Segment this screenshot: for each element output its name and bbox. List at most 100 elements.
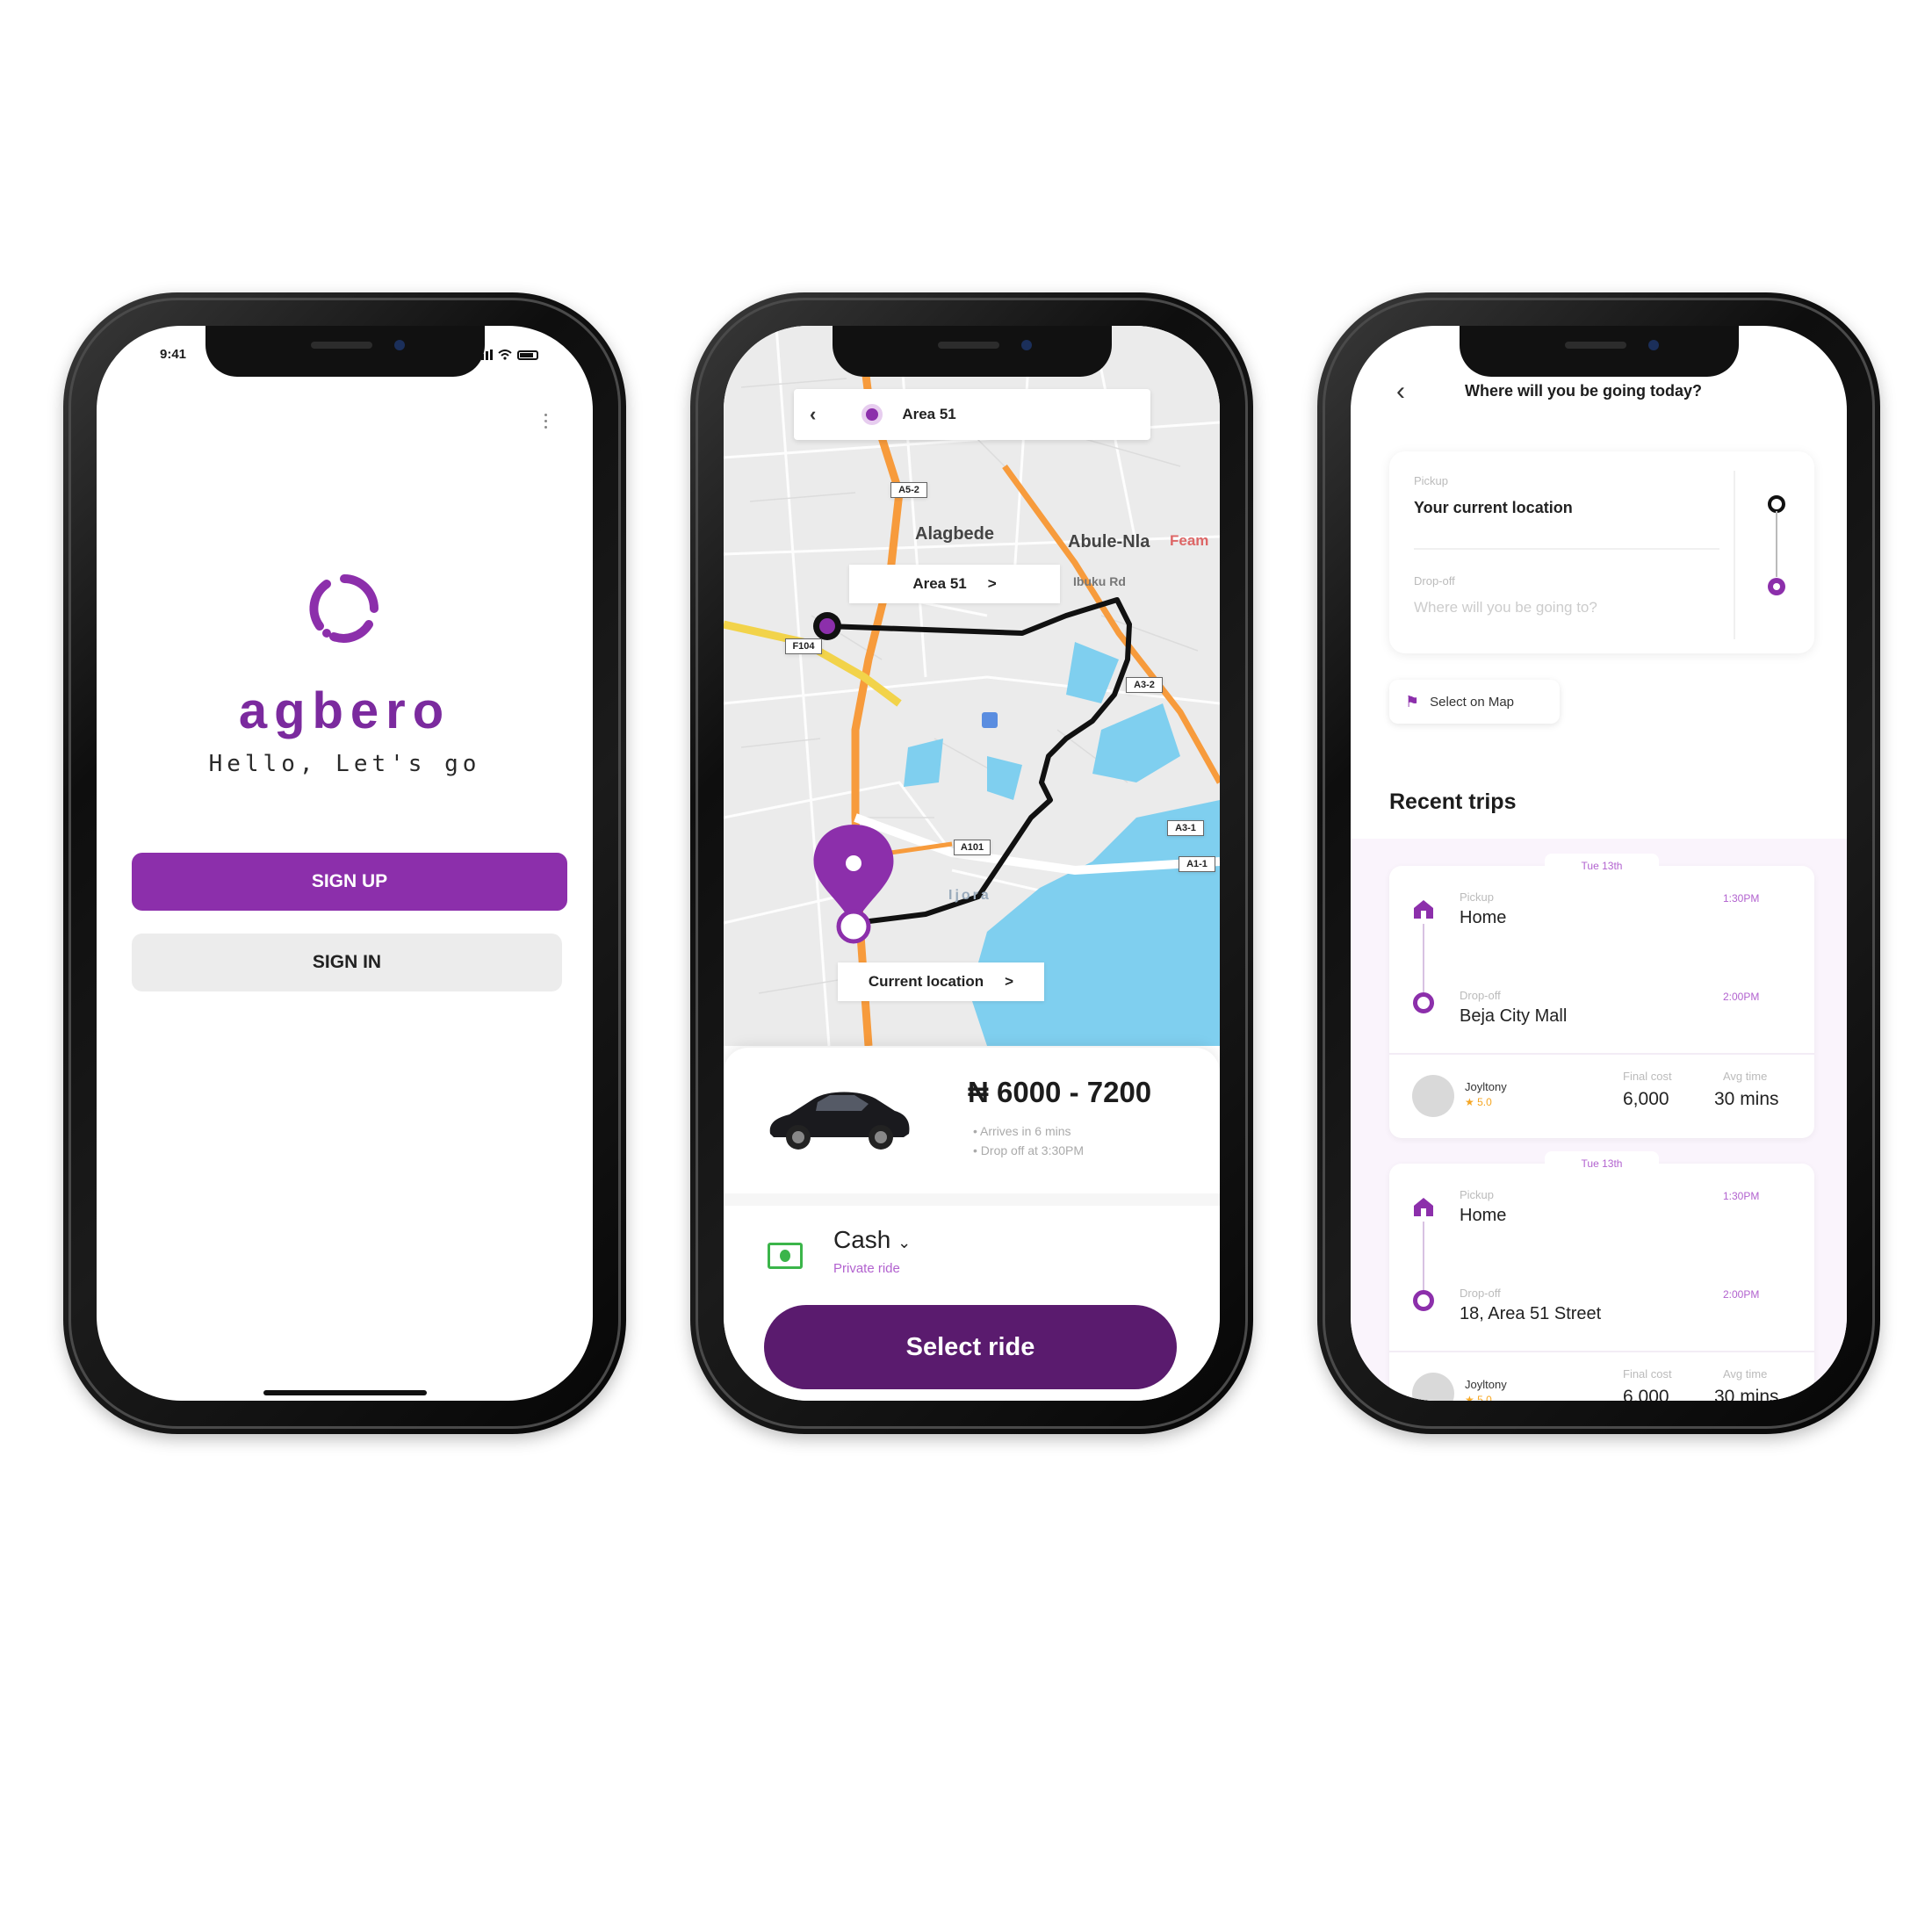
divider [1389, 1351, 1814, 1352]
dropoff-place: 18, Area 51 Street [1460, 1304, 1602, 1323]
select-on-map-button[interactable]: ⚑ Select on Map [1389, 680, 1560, 724]
destination-screen: ‹ Where will you be going today? Pickup … [1351, 326, 1847, 1401]
brand-name: agbero [238, 682, 451, 739]
phone-destination: ‹ Where will you be going today? Pickup … [1317, 292, 1880, 1434]
signin-screen: 9:41 agbero Hello, Let's go SIGN UP SIGN… [97, 326, 593, 1401]
pickup-place: Home [1460, 908, 1507, 927]
trip-card[interactable]: Tue 13th Pickup Home 1:30PM Drop-off Bej… [1389, 854, 1814, 1138]
sign-in-button[interactable]: SIGN IN [132, 934, 562, 991]
trip-date: Tue 13th [1545, 854, 1659, 878]
driver-avatar [1412, 1373, 1454, 1401]
road-marker: F104 [785, 638, 822, 654]
dropoff-label: Drop-off [1414, 574, 1455, 588]
sign-up-button[interactable]: SIGN UP [132, 853, 567, 911]
road-marker: A101 [954, 840, 991, 855]
divider [724, 1193, 1220, 1206]
dropoff-marker-icon [1413, 1290, 1434, 1311]
place-label: Abule-Nla [1068, 532, 1150, 551]
dropoff-label: Drop-off [1460, 989, 1501, 1002]
ride-bottom-sheet: ₦ 6000 - 7200 • Arrives in 6 mins • Drop… [724, 1048, 1220, 1401]
pickup-label: Pickup [1460, 1188, 1495, 1201]
chevron-right-icon: > [987, 575, 997, 592]
avg-time: 30 mins [1714, 1387, 1779, 1401]
location-card: Pickup Your current location Drop-off Wh… [1389, 451, 1814, 653]
trip-connector [1423, 1222, 1424, 1290]
road-marker: A5-2 [890, 482, 927, 498]
chevron-down-icon: ⌄ [898, 1234, 912, 1251]
destination-text: Area 51 [902, 406, 956, 422]
back-arrow-icon[interactable]: ‹ [1396, 377, 1405, 407]
ride-select-screen: A5-2 F104 A3-2 A3-1 A101 A1-1 Alagbede A… [724, 326, 1220, 1401]
road-marker: A1-1 [1179, 856, 1215, 872]
final-cost: 6,000 [1623, 1387, 1669, 1401]
dropoff-field[interactable]: Where will you be going to? [1414, 599, 1597, 616]
wifi-icon [498, 350, 512, 360]
pickup-place: Home [1460, 1206, 1507, 1225]
status-time: 9:41 [160, 347, 187, 362]
home-icon [1414, 900, 1433, 919]
dropoff-marker-icon [1413, 992, 1434, 1013]
pickup-field[interactable]: Your current location [1414, 499, 1573, 517]
notch [832, 326, 1112, 377]
chevron-right-icon: > [1005, 973, 1014, 990]
place-label: Ibuku Rd [1073, 574, 1126, 588]
dropoff-time: 2:00PM [1723, 991, 1760, 1003]
agbero-logo-icon [309, 574, 378, 643]
dropoff-time: Drop off at 3:30PM [980, 1143, 1085, 1157]
tagline: Hello, Let's go [208, 751, 481, 777]
page-title: Where will you be going today? [1465, 382, 1703, 400]
driver-name: Joyltony [1465, 1378, 1507, 1391]
battery-icon [517, 350, 538, 360]
phone-signin: 9:41 agbero Hello, Let's go SIGN UP SIGN… [63, 292, 626, 1434]
map-pin-icon: ⚑ [1405, 692, 1420, 710]
cost-label: Final cost [1623, 1367, 1672, 1381]
road-marker: A3-1 [1167, 820, 1204, 836]
driver-avatar [1412, 1075, 1454, 1117]
trip-connector [1423, 924, 1424, 992]
notch [1459, 326, 1739, 377]
more-options-icon[interactable] [544, 414, 547, 429]
pickup-time: 1:30PM [1723, 892, 1760, 905]
place-label: Feam [1170, 532, 1209, 549]
road-marker: A3-2 [1126, 677, 1163, 693]
destination-callout[interactable]: Area 51 > [849, 565, 1060, 603]
status-icons [477, 350, 538, 360]
phone-ride-select: A5-2 F104 A3-2 A3-1 A101 A1-1 Alagbede A… [690, 292, 1253, 1434]
divider [1389, 1053, 1814, 1055]
arrival-time: Arrives in 6 mins [980, 1124, 1071, 1138]
select-ride-button[interactable]: Select ride [764, 1305, 1177, 1389]
final-cost: 6,000 [1623, 1089, 1669, 1109]
dropoff-time: 2:00PM [1723, 1288, 1760, 1301]
avg-time: 30 mins [1714, 1089, 1779, 1109]
cost-label: Final cost [1623, 1070, 1672, 1083]
home-indicator[interactable] [263, 1390, 427, 1395]
destination-pin-icon [861, 404, 883, 425]
driver-rating: ★ 5.0 [1465, 1096, 1492, 1108]
fare-estimate: ₦ 6000 - 7200 [968, 1076, 1152, 1108]
cash-icon [768, 1243, 803, 1269]
home-icon [1414, 1198, 1433, 1216]
route-dots-icon [1768, 495, 1785, 595]
ride-type: Private ride [833, 1261, 900, 1276]
time-label: Avg time [1723, 1367, 1768, 1381]
pickup-label: Pickup [1414, 474, 1449, 487]
destination-search-card[interactable]: ‹ Area 51 [794, 389, 1150, 440]
driver-name: Joyltony [1465, 1080, 1507, 1093]
recent-trips-heading: Recent trips [1389, 789, 1517, 814]
ride-meta: • Arrives in 6 mins • Drop off at 3:30PM [973, 1124, 1085, 1157]
trip-card[interactable]: Tue 13th Pickup Home 1:30PM Drop-off 18,… [1389, 1151, 1814, 1401]
pickup-time: 1:30PM [1723, 1190, 1760, 1202]
payment-method-select[interactable]: Cash ⌄ [833, 1226, 911, 1254]
driver-rating: ★ 5.0 [1465, 1394, 1492, 1401]
notch [205, 326, 485, 377]
dropoff-place: Beja City Mall [1460, 1006, 1568, 1026]
place-label: Alagbede [915, 524, 995, 544]
current-location-callout[interactable]: Current location > [838, 962, 1044, 1001]
place-label: Ijora [948, 888, 991, 903]
time-label: Avg time [1723, 1070, 1768, 1083]
car-icon [769, 1092, 910, 1150]
dropoff-label: Drop-off [1460, 1287, 1501, 1300]
trip-date: Tue 13th [1545, 1151, 1659, 1176]
back-arrow-icon[interactable]: ‹ [810, 403, 816, 426]
pickup-label: Pickup [1460, 890, 1495, 904]
